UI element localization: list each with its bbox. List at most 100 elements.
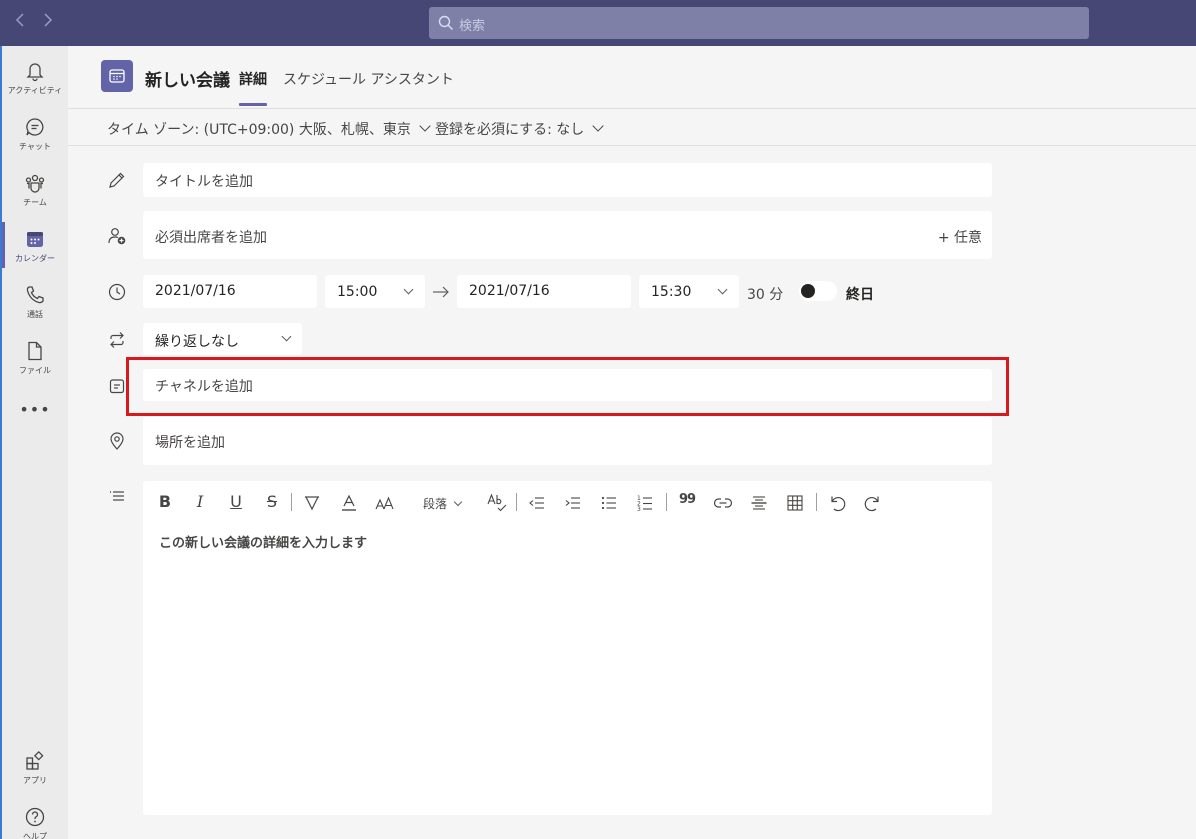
- quote-button[interactable]: 99: [678, 492, 696, 514]
- timezone-label: タイム ゾーン: (UTC+09:00) 大阪、札幌、東京: [107, 122, 411, 138]
- end-date-picker[interactable]: 2021/07/16: [457, 275, 631, 308]
- calendar-icon: [27, 232, 43, 247]
- chevron-down-icon: [717, 284, 728, 295]
- tab-details[interactable]: 詳細: [239, 69, 267, 89]
- more-apps-icon[interactable]: •••: [2, 400, 68, 419]
- teams-icon: [25, 174, 45, 193]
- location-field[interactable]: 場所を追加: [143, 417, 992, 465]
- title-bar: 検索: [0, 0, 1196, 46]
- all-day-label: 終日: [846, 287, 874, 303]
- undo-icon[interactable]: [828, 494, 846, 512]
- rail-item-activity[interactable]: アクティビティ: [2, 54, 68, 110]
- toggle-knob: [801, 284, 815, 298]
- optional-attendees-button[interactable]: + 任意: [938, 227, 982, 247]
- rail-item-calendar[interactable]: カレンダー: [2, 222, 68, 278]
- end-date-value: 2021/07/16: [469, 283, 550, 299]
- highlight-icon[interactable]: [303, 494, 321, 512]
- location-placeholder: 場所を追加: [155, 435, 225, 451]
- redo-icon[interactable]: [864, 494, 882, 512]
- italic-button[interactable]: I: [192, 492, 208, 514]
- start-date-value: 2021/07/16: [155, 283, 236, 299]
- search-placeholder: 検索: [459, 19, 486, 34]
- rail-label-help: ヘルプ: [23, 832, 47, 839]
- timezone-dropdown[interactable]: タイム ゾーン: (UTC+09:00) 大阪、札幌、東京: [107, 119, 431, 139]
- chevron-down-icon: [592, 120, 604, 132]
- app-rail: アクティビティ チャット チーム カレンダー 通話 ファイル ••• アプリ ヘ…: [0, 46, 68, 839]
- horizontal-line-icon[interactable]: [750, 494, 768, 512]
- increase-indent-icon[interactable]: [564, 494, 582, 512]
- tab-scheduling-assistant[interactable]: スケジュール アシスタント: [283, 69, 454, 89]
- title-field[interactable]: タイトルを追加: [143, 163, 992, 197]
- apps-icon: [26, 750, 44, 770]
- strikethrough-button[interactable]: S: [264, 492, 280, 514]
- chevron-right-icon[interactable]: [42, 12, 54, 33]
- arrow-right-icon: [433, 286, 449, 298]
- underline-button[interactable]: U: [228, 492, 244, 514]
- rail-label-teams: チーム: [23, 198, 47, 207]
- bell-icon: [26, 63, 44, 82]
- rail-label-apps: アプリ: [23, 776, 47, 785]
- chevron-down-icon: [453, 497, 463, 507]
- toolbar-separator: [666, 493, 667, 511]
- link-icon[interactable]: [713, 495, 733, 511]
- registration-dropdown[interactable]: 登録を必須にする: なし: [435, 119, 604, 139]
- rail-item-calls[interactable]: 通話: [2, 278, 68, 334]
- location-pin-icon: [110, 432, 124, 450]
- rail-label-files: ファイル: [19, 366, 51, 375]
- meeting-calendar-icon: [101, 60, 133, 92]
- paragraph-label: 段落: [423, 497, 448, 511]
- toolbar-separator: [816, 493, 817, 511]
- bold-button[interactable]: B: [157, 492, 173, 514]
- toolbar-separator: [291, 493, 292, 511]
- rail-label-calendar: カレンダー: [15, 254, 55, 263]
- chevron-down-icon: [403, 284, 414, 295]
- rail-label-activity: アクティビティ: [7, 86, 63, 95]
- repeat-icon: [110, 332, 124, 348]
- numbered-list-icon[interactable]: 123: [636, 493, 654, 513]
- pencil-icon: [109, 172, 125, 188]
- rail-label-calls: 通話: [27, 310, 43, 319]
- spell-check-icon[interactable]: [486, 492, 508, 512]
- channel-icon: [109, 379, 125, 394]
- page-title: 新しい会議: [145, 71, 230, 91]
- bulleted-list-icon[interactable]: [600, 494, 618, 512]
- search-input[interactable]: 検索: [429, 7, 1089, 39]
- chevron-down-icon: [419, 120, 431, 132]
- end-time-value: 15:30: [651, 284, 692, 300]
- table-icon[interactable]: [786, 494, 804, 512]
- paragraph-style-dropdown[interactable]: 段落: [423, 495, 463, 517]
- duration-label: 30 分: [747, 287, 784, 303]
- chevron-left-icon[interactable]: [14, 12, 26, 33]
- editor-placeholder: この新しい会議の詳細を入力します: [159, 536, 368, 551]
- meeting-header: 新しい会議 詳細 スケジュール アシスタント: [68, 46, 1196, 108]
- clock-icon: [108, 283, 126, 301]
- add-person-icon: [108, 228, 126, 245]
- all-day-toggle[interactable]: [799, 281, 837, 301]
- decrease-indent-icon[interactable]: [528, 494, 546, 512]
- svg-text:3: 3: [637, 506, 641, 513]
- start-time-value: 15:00: [337, 284, 378, 300]
- search-icon: [438, 15, 453, 30]
- font-color-icon[interactable]: [340, 494, 358, 512]
- start-date-picker[interactable]: 2021/07/16: [143, 275, 317, 308]
- rail-item-chat[interactable]: チャット: [2, 110, 68, 166]
- end-time-dropdown[interactable]: 15:30: [639, 275, 739, 308]
- rail-item-help[interactable]: ヘルプ: [2, 800, 68, 839]
- recurrence-dropdown[interactable]: 繰り返しなし: [143, 323, 302, 355]
- start-time-dropdown[interactable]: 15:00: [325, 275, 425, 308]
- rail-item-teams[interactable]: チーム: [2, 166, 68, 222]
- chevron-down-icon: [281, 331, 292, 342]
- title-placeholder: タイトルを追加: [155, 174, 253, 190]
- recurrence-value: 繰り返しなし: [155, 334, 239, 350]
- rail-item-files[interactable]: ファイル: [2, 334, 68, 390]
- file-icon: [28, 341, 42, 361]
- phone-icon: [26, 286, 44, 304]
- meeting-options-bar: タイム ゾーン: (UTC+09:00) 大阪、札幌、東京 登録を必須にする: …: [68, 108, 1196, 146]
- rail-item-apps[interactable]: アプリ: [2, 744, 68, 800]
- toolbar-separator: [516, 493, 517, 511]
- attendees-placeholder: 必須出席者を追加: [155, 230, 267, 246]
- required-attendees-field[interactable]: 必須出席者を追加 + 任意: [143, 211, 992, 259]
- registration-label: 登録を必須にする: なし: [435, 122, 585, 138]
- font-size-icon[interactable]: [375, 495, 395, 511]
- details-list-icon: [110, 491, 124, 501]
